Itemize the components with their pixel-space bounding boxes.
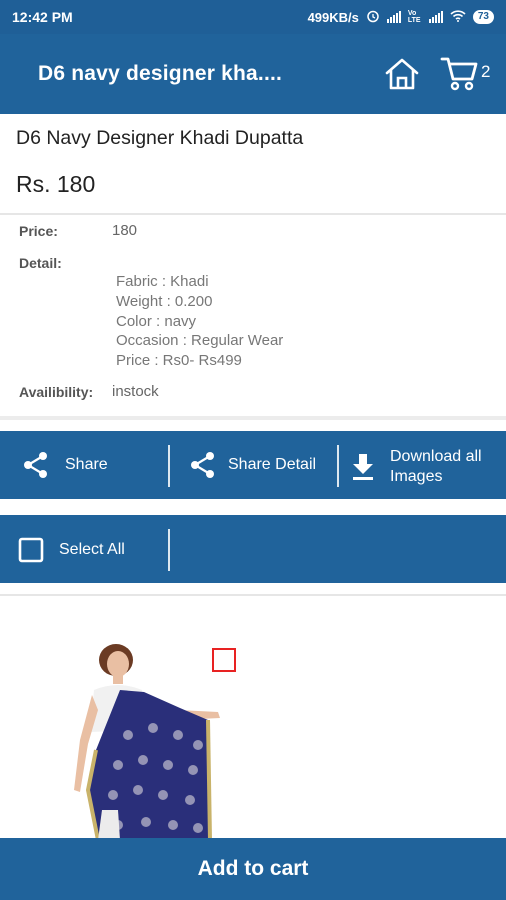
checkbox-empty-icon xyxy=(18,537,44,563)
home-button[interactable] xyxy=(384,56,420,92)
share-detail-label: Share Detail xyxy=(228,456,317,473)
page-title: D6 navy designer kha.... xyxy=(38,62,283,85)
detail-label: Detail: xyxy=(19,255,62,271)
separator xyxy=(168,529,170,571)
signal-icon-2 xyxy=(428,11,443,23)
download-all-images-button[interactable]: Download all Images xyxy=(350,447,482,487)
network-speed: 499KB/s xyxy=(307,9,359,25)
share-action-bar: Share Share Detail Download all Images xyxy=(0,431,506,499)
divider xyxy=(0,594,506,596)
share-icon xyxy=(24,452,47,478)
select-all-label: Select All xyxy=(59,541,125,558)
product-price: Rs. 180 xyxy=(16,171,96,197)
share-button[interactable]: Share xyxy=(22,451,108,479)
detail-line: Fabric : Khadi xyxy=(116,273,209,290)
share-detail-button[interactable]: Share Detail xyxy=(189,451,316,479)
home-icon xyxy=(385,58,419,90)
availability-label: Availibility: xyxy=(19,384,94,400)
volte-label: Vo LTE xyxy=(407,10,421,24)
select-action-bar: Select All xyxy=(0,515,506,583)
product-image[interactable] xyxy=(58,640,238,841)
status-time: 12:42 PM xyxy=(12,9,73,25)
availability-value: instock xyxy=(112,383,159,400)
cart-icon xyxy=(440,57,478,91)
select-all-button[interactable]: Select All xyxy=(18,537,125,563)
price-label: Price: xyxy=(19,223,58,239)
status-bar: 12:42 PM 499KB/s Vo LTE 73 xyxy=(0,0,506,34)
download-label-line2: Images xyxy=(390,468,443,485)
download-icon xyxy=(353,454,373,480)
divider xyxy=(0,416,506,420)
alarm-icon xyxy=(366,9,380,26)
share-label: Share xyxy=(65,456,108,473)
cart-button[interactable] xyxy=(440,54,480,92)
separator xyxy=(337,445,339,487)
detail-line: Weight : 0.200 xyxy=(116,293,213,310)
share-icon xyxy=(191,452,214,478)
divider xyxy=(0,213,506,215)
detail-line: Occasion : Regular Wear xyxy=(116,332,284,349)
download-label-line1: Download all xyxy=(390,448,482,465)
price-value: 180 xyxy=(112,222,138,239)
detail-line: Color : navy xyxy=(116,313,197,330)
detail-line: Price : Rs0- Rs499 xyxy=(116,352,242,369)
status-icons: 499KB/s Vo LTE 73 xyxy=(308,9,494,26)
dupatta-model-illustration xyxy=(74,644,220,841)
wifi-icon xyxy=(450,9,466,25)
image-select-checkbox[interactable] xyxy=(212,648,236,672)
add-to-cart-button[interactable]: Add to cart xyxy=(0,838,506,900)
cart-count-badge: 2 xyxy=(481,62,491,81)
battery-icon: 73 xyxy=(472,10,494,24)
app-bar: D6 navy designer kha.... 2 xyxy=(0,34,506,114)
download-label: Download all Images xyxy=(390,447,482,487)
signal-icon xyxy=(386,11,401,23)
product-title: D6 Navy Designer Khadi Dupatta xyxy=(16,127,304,149)
separator xyxy=(168,445,170,487)
